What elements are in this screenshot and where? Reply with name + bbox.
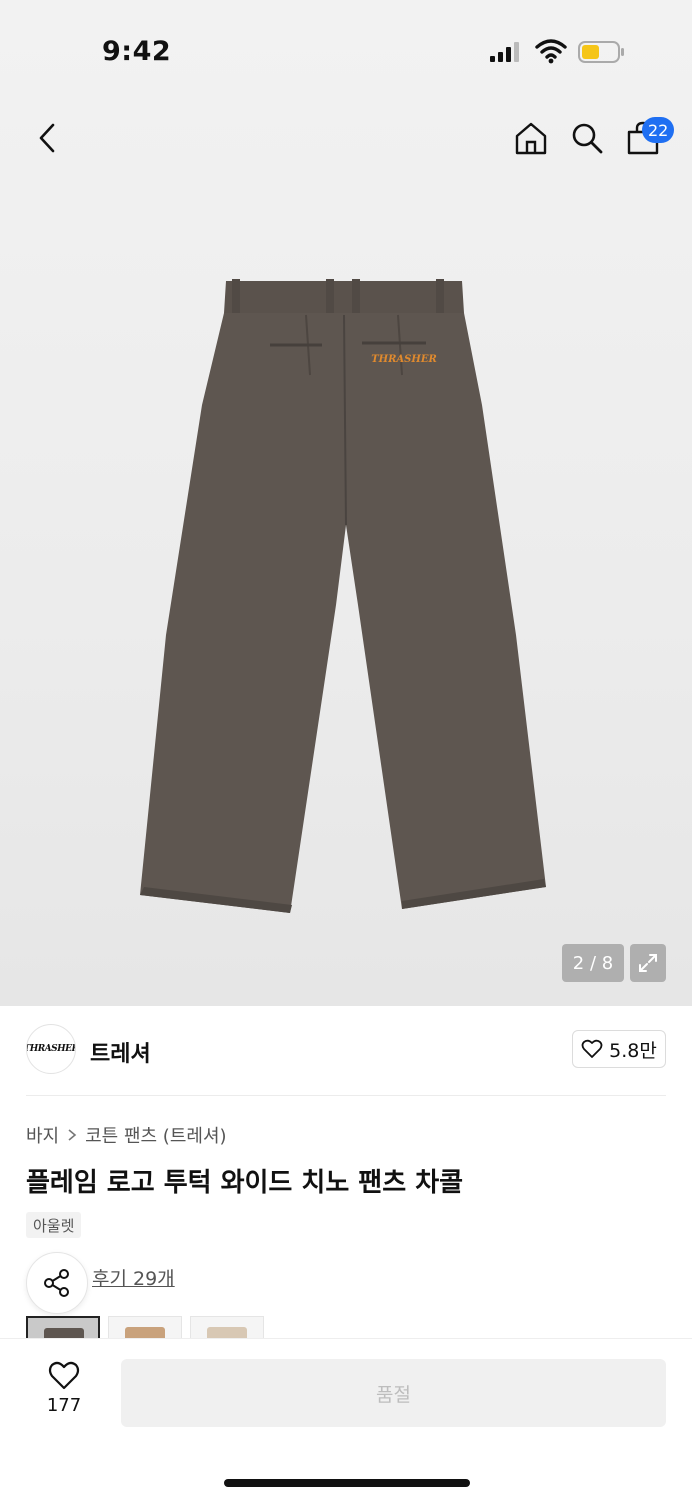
brand-like-count: 5.8만 — [609, 1039, 657, 1062]
home-button[interactable] — [506, 110, 556, 166]
expand-icon — [639, 954, 657, 972]
breadcrumb-category[interactable]: 바지 — [26, 1122, 59, 1148]
chevron-left-icon — [39, 123, 55, 153]
wifi-icon — [535, 39, 567, 64]
share-icon — [44, 1269, 69, 1297]
status-bar: 9:42 — [0, 0, 692, 100]
color-swatch — [125, 1327, 165, 1338]
home-indicator — [224, 1479, 470, 1487]
bottom-action-bar: 177 품절 — [0, 1338, 692, 1500]
back-button[interactable] — [22, 110, 72, 166]
outlet-tag: 아울렛 — [26, 1212, 82, 1238]
product-image-pants: THRASHER — [140, 279, 546, 913]
expand-image-button[interactable] — [630, 944, 666, 982]
brand-row: THRASHER 트레셔 5.8만 — [26, 1024, 666, 1080]
svg-text:THRASHER: THRASHER — [371, 354, 437, 365]
wishlist-button[interactable]: 177 — [34, 1361, 94, 1425]
share-button[interactable] — [26, 1252, 88, 1314]
color-swatch — [44, 1328, 84, 1338]
cellular-signal-icon — [490, 42, 519, 62]
brand-name[interactable]: 트레셔 — [90, 1036, 151, 1068]
divider — [26, 1095, 666, 1096]
battery-icon — [578, 41, 624, 63]
brand-logo-text: THRASHER — [26, 1044, 76, 1054]
brand-logo[interactable]: THRASHER — [26, 1024, 76, 1074]
home-icon — [515, 122, 547, 155]
color-swatch — [207, 1327, 247, 1338]
chevron-right-icon — [68, 1129, 77, 1141]
color-thumbnail[interactable] — [108, 1316, 182, 1338]
breadcrumb-subcategory[interactable]: 코튼 팬츠 (트레셔) — [85, 1122, 226, 1148]
top-navigation — [0, 110, 692, 170]
color-thumbnail[interactable] — [26, 1316, 100, 1338]
search-icon — [572, 123, 603, 154]
heart-icon — [48, 1361, 80, 1390]
cart-count-badge: 22 — [642, 117, 675, 143]
review-link[interactable]: 후기 29개 — [92, 1264, 175, 1291]
brand-like-button[interactable]: 5.8만 — [572, 1030, 666, 1068]
product-title: 플레임 로고 투턱 와이드 치노 팬츠 차콜 — [26, 1168, 464, 1198]
sold-out-button[interactable]: 품절 — [121, 1359, 666, 1427]
image-pager: 2 / 8 — [562, 944, 624, 982]
status-time: 9:42 — [102, 36, 172, 67]
search-button[interactable] — [562, 110, 612, 166]
breadcrumb: 바지 코튼 팬츠 (트레셔) — [26, 1122, 227, 1148]
heart-icon — [581, 1039, 603, 1058]
color-thumbnails — [26, 1316, 264, 1338]
wishlist-count: 177 — [46, 1395, 82, 1416]
color-thumbnail[interactable] — [190, 1316, 264, 1338]
